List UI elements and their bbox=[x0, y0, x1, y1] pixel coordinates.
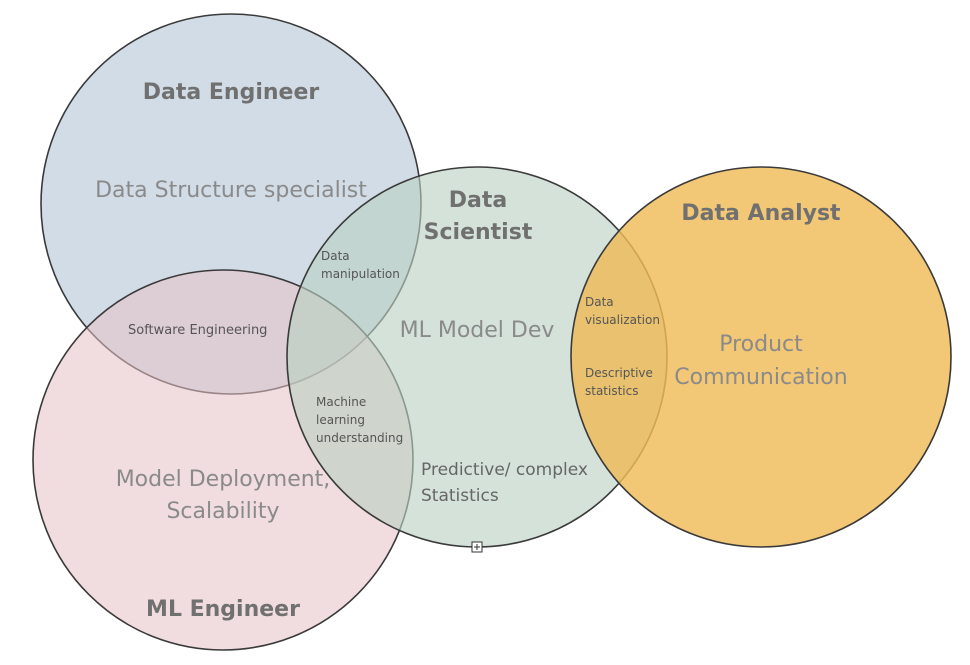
model-deployment-line1: Model Deployment, bbox=[116, 467, 331, 492]
machine-learning-line2: learning bbox=[316, 413, 365, 427]
predictive-statistics-line2: Statistics bbox=[421, 486, 499, 506]
machine-learning-line1: Machine bbox=[316, 395, 366, 409]
model-deployment-line2: Scalability bbox=[166, 499, 279, 524]
descriptive-statistics-line2: statistics bbox=[585, 384, 639, 398]
descriptive-statistics-line1: Descriptive bbox=[585, 366, 653, 380]
data-visualization-line2: visualization bbox=[585, 313, 660, 327]
product-communication-line1: Product bbox=[719, 332, 803, 357]
predictive-statistics-line1: Predictive/ complex bbox=[421, 460, 588, 480]
add-handle-icon[interactable] bbox=[471, 541, 483, 553]
venn-diagram: Data Engineer Data Scientist Data Analys… bbox=[32, 13, 952, 651]
data-manipulation-line1: Data bbox=[321, 249, 350, 263]
product-communication-line2: Communication bbox=[674, 365, 847, 390]
data-manipulation-line2: manipulation bbox=[321, 267, 400, 281]
software-engineering-label: Software Engineering bbox=[128, 323, 267, 338]
data-visualization-line1: Data bbox=[585, 295, 614, 309]
machine-learning-line3: understanding bbox=[316, 431, 403, 445]
data-structure-label: Data Structure specialist bbox=[95, 178, 367, 203]
ml-engineer-title: ML Engineer bbox=[146, 597, 300, 622]
data-scientist-title-line1: Data bbox=[449, 188, 507, 213]
ml-model-dev-label: ML Model Dev bbox=[400, 318, 555, 343]
data-scientist-title-line2: Scientist bbox=[424, 220, 533, 245]
data-engineer-title: Data Engineer bbox=[143, 80, 320, 105]
data-analyst-title: Data Analyst bbox=[681, 201, 841, 226]
